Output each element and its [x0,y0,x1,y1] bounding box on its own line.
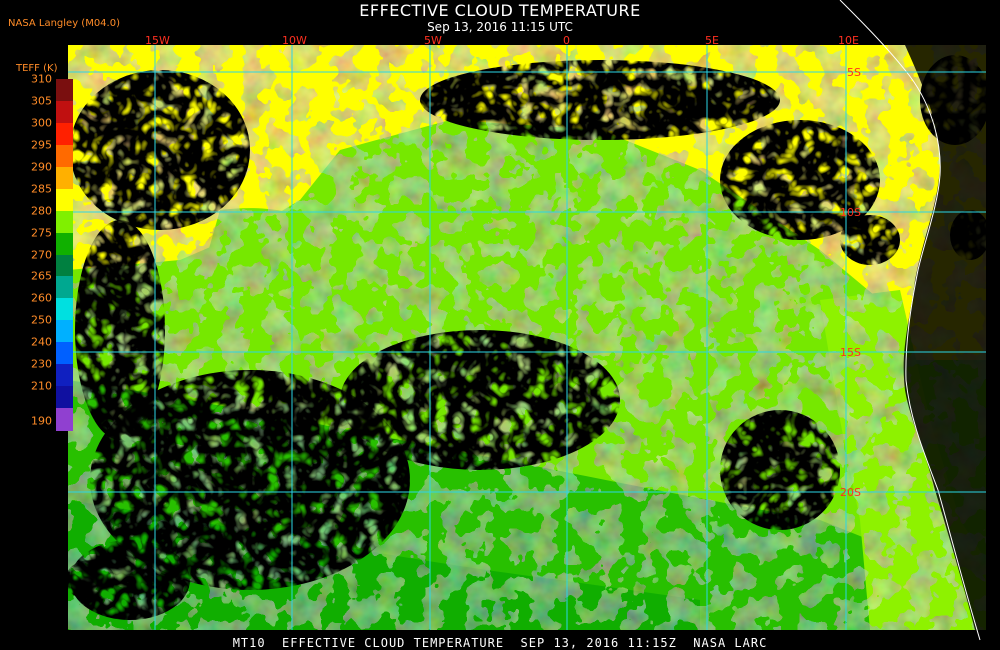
color-bar-segment [56,144,73,168]
color-bar-tick-label: 300 [31,116,52,130]
lon-label: 10E [838,34,859,47]
cloud-temperature-map: 15W 10W 5W 0 5E 10E 5S 10S 15S 20S [68,0,986,641]
cloud-field [68,45,986,630]
lat-label: 15S [840,346,861,359]
color-bar-tick-label: 310 [31,72,52,86]
color-bar-segment [56,364,73,387]
lon-label: 15W [145,34,170,47]
map-subtitle: Sep 13, 2016 11:15 UTC [427,20,573,34]
color-bar-segment [56,254,73,277]
color-bar-tick-label: 270 [31,248,52,261]
lon-label: 5E [705,34,719,47]
color-bar-segment [56,298,73,321]
footer-caption: MT10 EFFECTIVE CLOUD TEMPERATURE SEP 13,… [232,636,768,650]
color-bar-tick-label: 250 [31,313,52,327]
color-bar-tick-label: 210 [31,379,52,393]
lon-label: 10W [282,34,307,47]
map-title: EFFECTIVE CLOUD TEMPERATURE [359,1,641,20]
color-bar-segment [56,408,73,431]
color-bar-tick-label: 190 [31,414,52,428]
color-bar-tick-label: 280 [31,204,52,218]
color-bar-segment [56,166,73,190]
color-bar [56,79,73,431]
color-bar-tick-label: 275 [31,226,52,240]
color-bar-tick-label: 230 [31,357,52,371]
color-bar-segment [56,188,73,212]
color-bar-segment [56,386,73,409]
lon-label: 5W [424,34,442,47]
color-bar-tick-label: 260 [31,291,52,305]
color-bar-segment [56,100,73,124]
color-bar-segment [56,79,73,102]
color-bar-segment [56,232,73,255]
color-bar-tick-label: 290 [31,160,52,174]
lat-label: 10S [840,206,861,219]
color-bar-tick-label: 295 [31,138,52,152]
color-bar-tick-label: 285 [31,182,52,196]
color-bar-segment [56,276,73,299]
color-bar-tick-label: 240 [31,335,52,349]
color-bar-segment [56,210,73,234]
lat-label: 20S [840,486,861,499]
color-bar-segment [56,122,73,146]
color-bar-tick-label: 265 [31,269,52,283]
source-label: NASA Langley (M04.0) [8,18,120,29]
color-bar-segment [56,342,73,365]
lon-label: 0 [563,34,570,47]
lat-label: 5S [847,66,861,79]
color-bar-segment [56,320,73,343]
color-bar-tick-label: 305 [31,94,52,108]
